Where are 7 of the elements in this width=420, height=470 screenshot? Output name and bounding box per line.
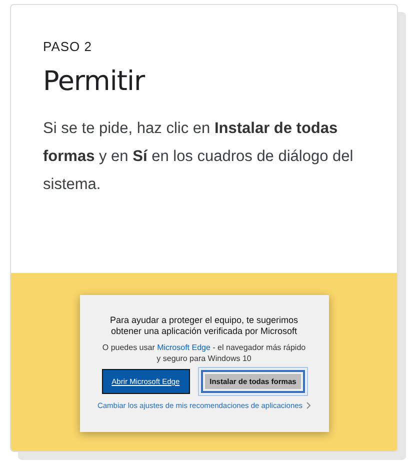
dialog-message: O puedes usar Microsoft Edge - el navegador más rápido y seguro para Windows 10	[101, 342, 307, 364]
step-label: PASO 2	[43, 39, 94, 54]
step-title: Permitir	[43, 66, 146, 97]
chevron-icon	[306, 402, 311, 409]
step-instructions: Si se te pide, haz clic en Instalar de todas formas y en Sí en los cuadros de diálogo del sistema.	[43, 119, 354, 195]
edge-link[interactable]: Microsoft Edge	[157, 343, 210, 352]
dialog-title: Para ayudar a proteger el equipo, te sugerimos obtener una aplicación verificada por Microsoft	[108, 315, 300, 337]
